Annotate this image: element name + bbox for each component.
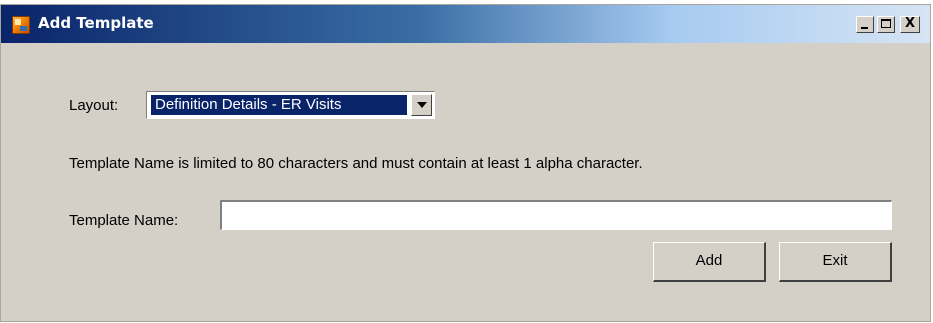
add-template-dialog: Add Template X Layout: Definition Detail… bbox=[0, 4, 931, 322]
title-bar[interactable]: Add Template X bbox=[1, 5, 930, 43]
template-name-info-text: Template Name is limited to 80 character… bbox=[69, 155, 643, 172]
template-name-input[interactable] bbox=[220, 200, 892, 230]
maximize-button[interactable] bbox=[877, 16, 895, 33]
close-button[interactable]: X bbox=[900, 16, 920, 33]
exit-button[interactable]: Exit bbox=[779, 242, 892, 282]
close-icon: X bbox=[904, 16, 916, 31]
window-title: Add Template bbox=[38, 14, 154, 32]
maximize-icon bbox=[881, 19, 891, 28]
minimize-button[interactable] bbox=[856, 16, 874, 33]
add-button[interactable]: Add bbox=[653, 242, 766, 282]
template-name-label: Template Name: bbox=[69, 212, 179, 229]
layout-selected-value[interactable]: Definition Details - ER Visits bbox=[151, 95, 407, 115]
minimize-icon bbox=[861, 27, 868, 29]
layout-label: Layout: bbox=[69, 97, 119, 114]
chevron-down-icon[interactable] bbox=[411, 94, 432, 116]
app-icon bbox=[12, 16, 30, 34]
layout-dropdown[interactable]: Definition Details - ER Visits bbox=[146, 91, 435, 119]
